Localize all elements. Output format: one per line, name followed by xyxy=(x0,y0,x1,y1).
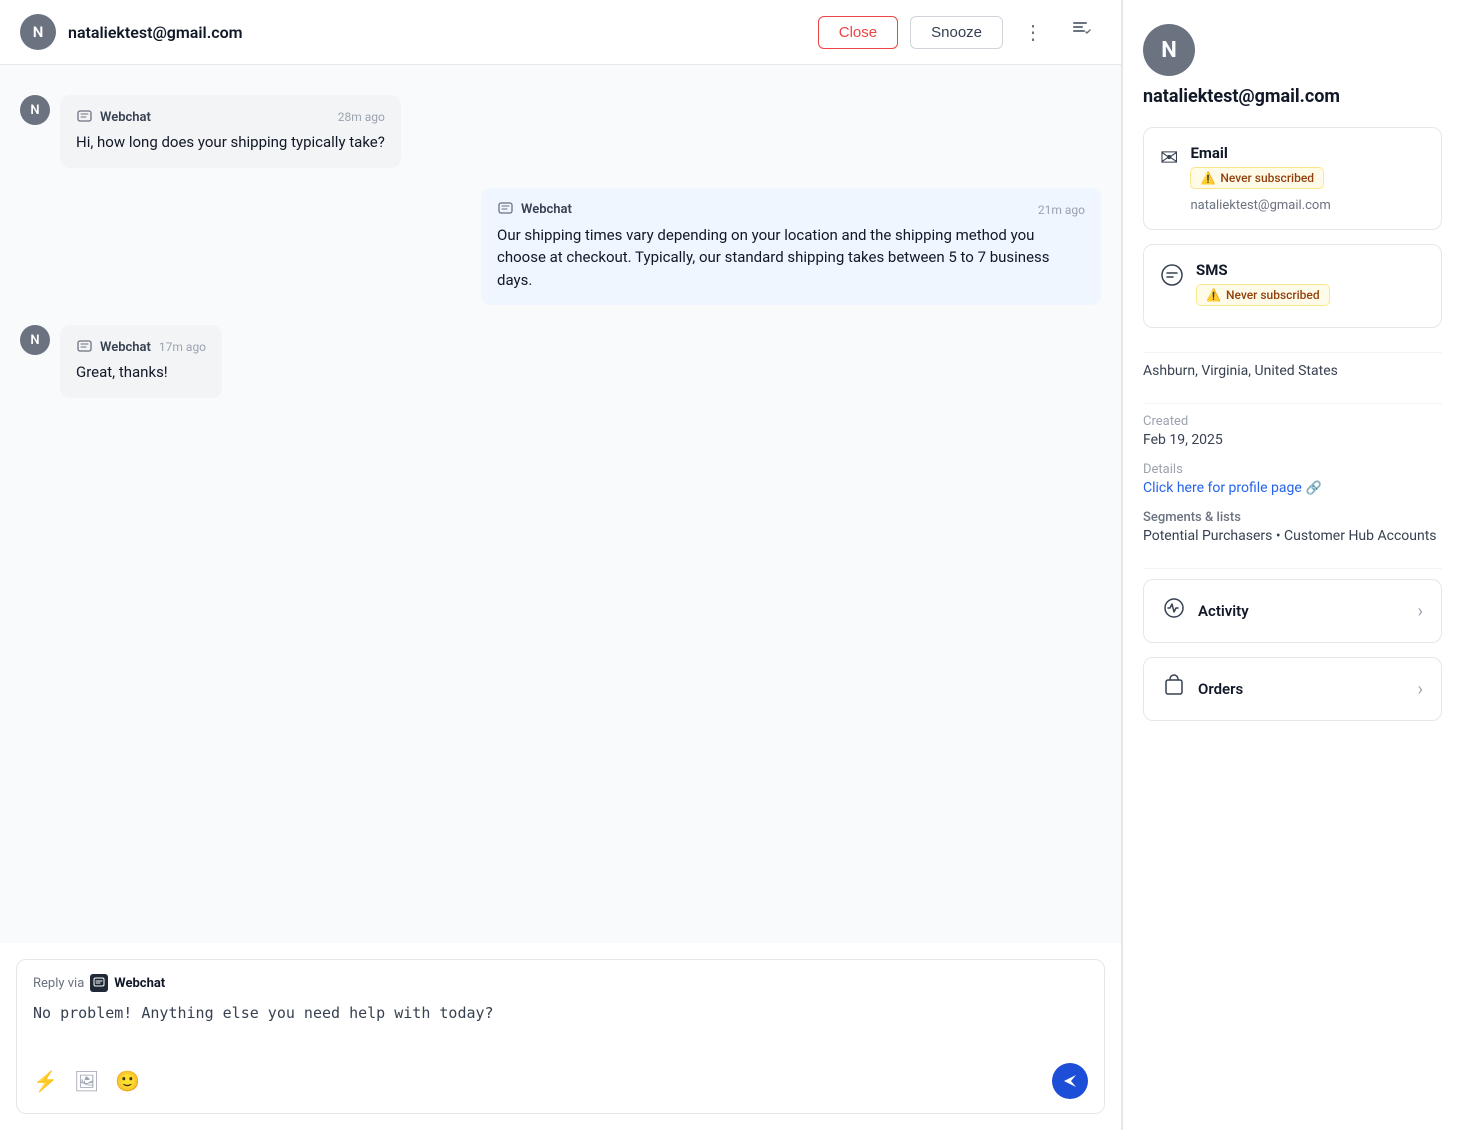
segments-section: Segments & lists Potential Purchasers • … xyxy=(1143,510,1442,544)
customer-bubble: Webchat 28m ago Hi, how long does your s… xyxy=(60,95,401,168)
message-meta: Webchat 21m ago xyxy=(497,202,1085,218)
emoji-icon[interactable]: 🙂 xyxy=(115,1069,140,1093)
avatar: N xyxy=(20,14,56,50)
created-label: Created xyxy=(1143,414,1442,429)
email-never-subscribed-badge: ⚠️ Never subscribed xyxy=(1190,167,1324,189)
reply-input[interactable] xyxy=(33,1002,1088,1047)
activity-label: Activity xyxy=(1198,602,1249,620)
transcript-button[interactable] xyxy=(1063,14,1101,50)
timestamp: 17m ago xyxy=(159,340,206,354)
message-text: Great, thanks! xyxy=(76,361,206,384)
email-icon: ✉ xyxy=(1160,146,1178,171)
reply-box: Reply via Webchat ⚡ 🖼 🙂 xyxy=(16,959,1105,1114)
divider xyxy=(1143,403,1442,404)
email-address-sub: nataliektest@gmail.com xyxy=(1190,198,1425,213)
channel-name-bold: Webchat xyxy=(114,976,165,991)
timestamp: 28m ago xyxy=(338,110,385,124)
message-row: Webchat 21m ago Our shipping times vary … xyxy=(20,188,1101,306)
more-options-button[interactable]: ⋮ xyxy=(1015,16,1051,49)
webchat-icon xyxy=(497,202,513,218)
left-panel: N nataliektest@gmail.com Close Snooze ⋮ … xyxy=(0,0,1122,1130)
email-card-content: Email ⚠️ Never subscribed nataliektest@g… xyxy=(1190,144,1425,213)
conversation-header: N nataliektest@gmail.com Close Snooze ⋮ xyxy=(0,0,1121,65)
right-panel: N nataliektest@gmail.com ✉ Email ⚠️ Neve… xyxy=(1122,0,1462,1130)
orders-card-left: Orders xyxy=(1162,674,1243,704)
agent-bubble: Webchat 21m ago Our shipping times vary … xyxy=(481,188,1101,306)
channel-label: Webchat xyxy=(100,340,151,355)
transcript-icon xyxy=(1071,18,1093,46)
message-row: N Webchat 28m ago Hi, how long does your… xyxy=(20,95,1101,168)
sms-never-subscribed-badge: ⚠️ Never subscribed xyxy=(1196,284,1330,306)
sms-card-content: SMS ⚠️ Never subscribed xyxy=(1196,261,1425,311)
profile-avatar: N xyxy=(1143,24,1195,76)
profile-email: nataliektest@gmail.com xyxy=(1143,86,1340,107)
segments-label: Segments & lists xyxy=(1143,510,1442,525)
orders-chevron-icon: › xyxy=(1418,679,1423,700)
webchat-icon xyxy=(76,109,92,125)
reply-via: Reply via Webchat xyxy=(33,974,1088,992)
profile-page-link[interactable]: Click here for profile page 🔗 xyxy=(1143,480,1442,496)
sms-info-card: SMS ⚠️ Never subscribed xyxy=(1143,244,1442,328)
email-card-title: Email xyxy=(1190,144,1425,162)
message-text: Our shipping times vary depending on you… xyxy=(497,224,1085,292)
customer-bubble: Webchat 17m ago Great, thanks! xyxy=(60,325,222,398)
email-info-card: ✉ Email ⚠️ Never subscribed nataliektest… xyxy=(1143,127,1442,230)
segments-value: Potential Purchasers • Customer Hub Acco… xyxy=(1143,528,1442,544)
warning-icon: ⚠️ xyxy=(1200,171,1215,185)
sms-icon xyxy=(1160,263,1184,293)
sms-card-title: SMS xyxy=(1196,261,1425,279)
close-button[interactable]: Close xyxy=(818,16,898,49)
details-label: Details xyxy=(1143,462,1442,477)
warning-icon: ⚠️ xyxy=(1206,288,1221,302)
message-row: N Webchat 17m ago Great, thanks! xyxy=(20,325,1101,398)
message-meta: Webchat 17m ago xyxy=(76,339,206,355)
chat-area: N Webchat 28m ago Hi, how long does your… xyxy=(0,65,1121,943)
message-meta: Webchat 28m ago xyxy=(76,109,385,125)
channel-label: Webchat xyxy=(521,202,572,217)
activity-card-left: Activity xyxy=(1162,596,1249,626)
customer-avatar: N xyxy=(20,95,50,125)
reply-footer: ⚡ 🖼 🙂 xyxy=(33,1063,1088,1099)
reply-tools: ⚡ 🖼 🙂 xyxy=(33,1069,140,1093)
customer-avatar: N xyxy=(20,325,50,355)
divider xyxy=(1143,352,1442,353)
orders-card[interactable]: Orders › xyxy=(1143,657,1442,721)
webchat-small-icon xyxy=(90,974,108,992)
activity-card[interactable]: Activity › xyxy=(1143,579,1442,643)
webchat-icon xyxy=(76,339,92,355)
external-link-icon: 🔗 xyxy=(1306,481,1322,496)
created-date: Feb 19, 2025 xyxy=(1143,432,1442,448)
orders-label: Orders xyxy=(1198,680,1243,698)
message-text: Hi, how long does your shipping typicall… xyxy=(76,131,385,154)
image-icon[interactable]: 🖼 xyxy=(74,1069,99,1093)
location-text: Ashburn, Virginia, United States xyxy=(1143,363,1442,379)
activity-chevron-icon: › xyxy=(1418,601,1423,622)
details-section: Details Click here for profile page 🔗 xyxy=(1143,462,1442,496)
more-icon: ⋮ xyxy=(1023,20,1043,45)
send-button[interactable] xyxy=(1052,1063,1088,1099)
profile-header: N nataliektest@gmail.com xyxy=(1143,24,1442,107)
activity-icon xyxy=(1162,596,1186,626)
orders-icon xyxy=(1162,674,1186,704)
reply-via-label: Reply via xyxy=(33,976,84,991)
lightning-icon[interactable]: ⚡ xyxy=(33,1069,58,1093)
timestamp: 21m ago xyxy=(1038,203,1085,217)
created-section: Created Feb 19, 2025 xyxy=(1143,414,1442,448)
divider xyxy=(1143,568,1442,569)
channel-label: Webchat xyxy=(100,110,151,125)
snooze-button[interactable]: Snooze xyxy=(910,16,1003,49)
header-email: nataliektest@gmail.com xyxy=(68,23,806,42)
